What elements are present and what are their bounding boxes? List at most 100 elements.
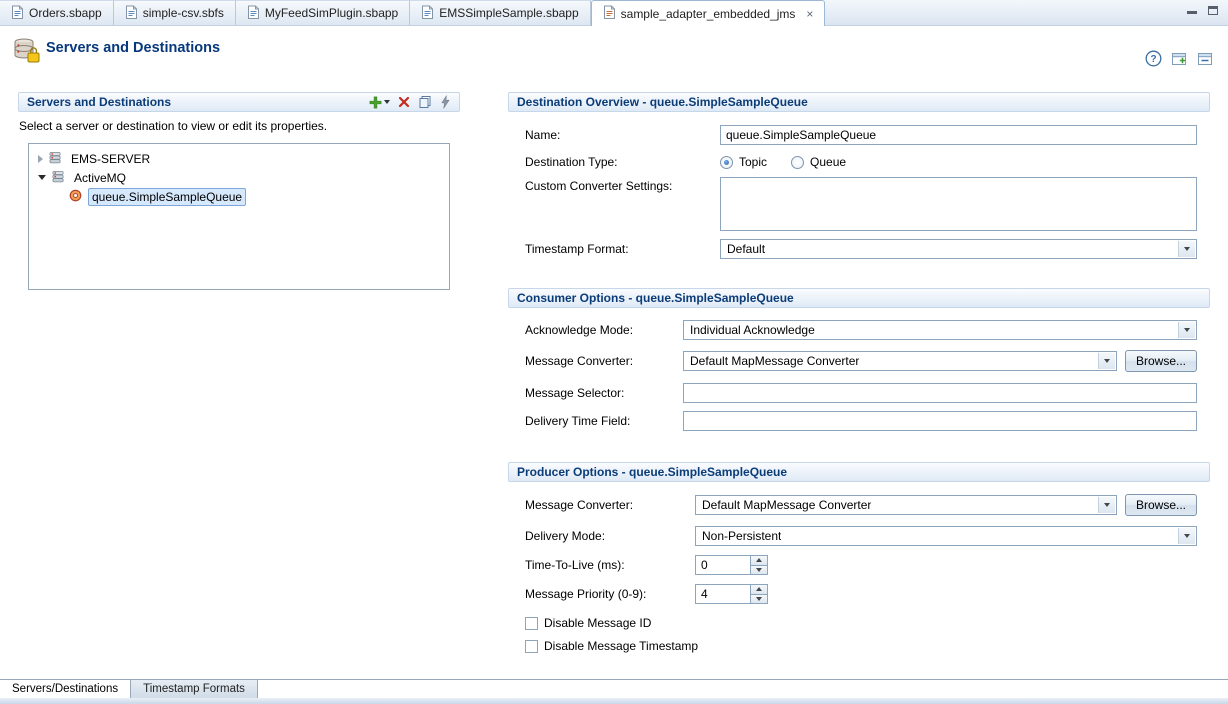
maximize-icon[interactable]	[1208, 6, 1218, 15]
server-icon	[48, 150, 63, 168]
tree-item-ems-server[interactable]: EMS-SERVER	[29, 149, 449, 168]
message-priority-label: Message Priority (0-9):	[525, 587, 695, 601]
message-selector-input[interactable]	[683, 383, 1197, 403]
producer-browse-button[interactable]: Browse...	[1125, 494, 1197, 516]
servers-destinations-section-header: Servers and Destinations	[18, 92, 460, 112]
file-icon	[11, 5, 24, 22]
custom-converter-settings-textarea[interactable]	[720, 177, 1197, 231]
properties-panel: Destination Overview - queue.SimpleSampl…	[508, 92, 1210, 654]
spinner-down-icon[interactable]	[751, 595, 768, 605]
delete-button[interactable]	[398, 96, 410, 108]
destination-overview-header: Destination Overview - queue.SimpleSampl…	[508, 92, 1210, 112]
tree-toolbar	[369, 95, 451, 109]
section-title: Producer Options - queue.SimpleSampleQue…	[517, 465, 787, 479]
chevron-down-icon	[384, 100, 390, 104]
delivery-mode-select[interactable]: Non-Persistent	[695, 526, 1197, 546]
chevron-down-icon	[1098, 497, 1115, 513]
acknowledge-mode-label: Acknowledge Mode:	[525, 323, 683, 337]
close-icon[interactable]: ×	[806, 8, 813, 20]
destination-type-row: Destination Type: Topic Queue	[508, 154, 1210, 170]
time-to-live-row: Time-To-Live (ms):	[508, 555, 1210, 575]
spinner-down-icon[interactable]	[751, 566, 768, 576]
add-panel-icon[interactable]	[1171, 51, 1188, 67]
help-icon[interactable]: ?	[1145, 50, 1162, 67]
message-priority-row: Message Priority (0-9):	[508, 584, 1210, 604]
producer-options-header: Producer Options - queue.SimpleSampleQue…	[508, 462, 1210, 482]
tab-sample-adapter-embedded-jms[interactable]: sample_adapter_embedded_jms ×	[591, 0, 826, 26]
minimize-icon[interactable]	[1187, 6, 1198, 15]
tree-item-label: queue.SimpleSampleQueue	[88, 188, 246, 206]
acknowledge-mode-row: Acknowledge Mode: Individual Acknowledge	[508, 320, 1210, 340]
time-to-live-stepper	[695, 555, 768, 575]
message-priority-input[interactable]	[695, 584, 751, 604]
tree-item-queue-simplesamplequeue[interactable]: queue.SimpleSampleQueue	[29, 187, 449, 206]
tab-label: sample_adapter_embedded_jms	[621, 7, 796, 21]
name-row: Name:	[508, 125, 1210, 145]
queue-radio[interactable]	[791, 156, 804, 169]
wizard-button[interactable]	[440, 95, 451, 109]
consumer-browse-button[interactable]: Browse...	[1125, 350, 1197, 372]
chevron-down-icon	[1178, 528, 1195, 544]
disable-message-id-row: Disable Message ID	[508, 615, 1210, 631]
delivery-time-field-label: Delivery Time Field:	[525, 414, 683, 428]
delivery-mode-label: Delivery Mode:	[525, 529, 695, 543]
tab-myfeedsimplugin-sbapp[interactable]: MyFeedSimPlugin.sbapp	[236, 0, 410, 25]
page-header: Servers and Destinations ?	[0, 26, 1228, 82]
disable-message-timestamp-row: Disable Message Timestamp	[508, 638, 1210, 654]
tab-label: Orders.sbapp	[29, 6, 102, 20]
delivery-mode-value: Non-Persistent	[702, 529, 781, 543]
time-to-live-input[interactable]	[695, 555, 751, 575]
timestamp-format-select[interactable]: Default	[720, 239, 1197, 259]
bottom-tab-label: Servers/Destinations	[12, 683, 118, 695]
spinner-up-icon[interactable]	[751, 584, 768, 595]
chevron-down-icon	[1098, 353, 1115, 369]
topic-radio[interactable]	[720, 156, 733, 169]
acknowledge-mode-select[interactable]: Individual Acknowledge	[683, 320, 1197, 340]
file-icon	[247, 5, 260, 22]
window-bottom-strip	[0, 698, 1228, 704]
tab-label: simple-csv.sbfs	[143, 6, 224, 20]
servers-destinations-panel: Servers and Destinations Select a server…	[18, 92, 460, 290]
message-converter-label: Message Converter:	[525, 354, 683, 368]
delivery-time-field-input[interactable]	[683, 411, 1197, 431]
file-icon	[125, 5, 138, 22]
consumer-message-converter-select[interactable]: Default MapMessage Converter	[683, 351, 1117, 371]
expand-arrow-icon[interactable]	[38, 155, 43, 163]
server-icon	[51, 169, 66, 187]
disable-message-id-label: Disable Message ID	[544, 616, 651, 630]
spinner-up-icon[interactable]	[751, 555, 768, 566]
tab-simple-csv-sbfs[interactable]: simple-csv.sbfs	[114, 0, 236, 25]
section-title: Consumer Options - queue.SimpleSampleQue…	[517, 291, 794, 305]
disable-message-id-checkbox[interactable]	[525, 617, 538, 630]
destination-type-label: Destination Type:	[525, 155, 720, 169]
timestamp-format-value: Default	[727, 242, 765, 256]
server-tree[interactable]: EMS-SERVER ActiveMQ queue.SimpleSampleQu…	[28, 143, 450, 290]
tab-orders-sbapp[interactable]: Orders.sbapp	[0, 0, 114, 25]
producer-message-converter-select[interactable]: Default MapMessage Converter	[695, 495, 1117, 515]
tab-timestamp-formats[interactable]: Timestamp Formats	[131, 680, 258, 699]
queue-icon	[68, 188, 83, 206]
collapse-arrow-icon[interactable]	[38, 175, 46, 180]
tree-item-activemq[interactable]: ActiveMQ	[29, 168, 449, 187]
custom-converter-row: Custom Converter Settings:	[508, 177, 1210, 231]
add-server-button[interactable]	[369, 96, 390, 109]
servers-destinations-icon	[12, 36, 42, 69]
topic-radio-label: Topic	[739, 155, 767, 169]
delivery-time-field-row: Delivery Time Field:	[508, 411, 1210, 431]
tab-label: MyFeedSimPlugin.sbapp	[265, 6, 398, 20]
message-converter-value: Default MapMessage Converter	[690, 354, 859, 368]
svg-text:?: ?	[1150, 54, 1156, 65]
producer-message-converter-row: Message Converter: Default MapMessage Co…	[508, 494, 1210, 516]
bottom-tab-label: Timestamp Formats	[143, 683, 245, 695]
name-input[interactable]	[720, 125, 1197, 145]
timestamp-format-label: Timestamp Format:	[525, 242, 720, 256]
delivery-mode-row: Delivery Mode: Non-Persistent	[508, 526, 1210, 546]
disable-message-timestamp-checkbox[interactable]	[525, 640, 538, 653]
name-label: Name:	[525, 128, 720, 142]
tab-servers-destinations[interactable]: Servers/Destinations	[0, 680, 131, 699]
chevron-down-icon	[1178, 322, 1195, 338]
copy-button[interactable]	[418, 95, 432, 109]
collapse-panel-icon[interactable]	[1197, 51, 1214, 67]
consumer-message-converter-row: Message Converter: Default MapMessage Co…	[508, 350, 1210, 372]
tab-emssimplesample-sbapp[interactable]: EMSSimpleSample.sbapp	[410, 0, 590, 25]
